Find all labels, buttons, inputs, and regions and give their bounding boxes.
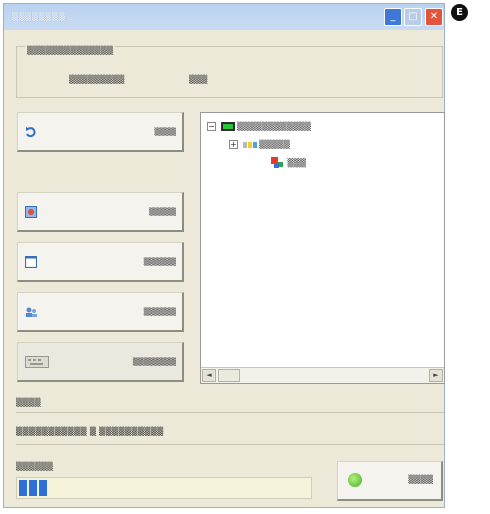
scroll-thumb[interactable] <box>218 369 240 382</box>
run-button[interactable]: ▒▒▒▒ <box>337 461 443 501</box>
tree-view[interactable]: − ▒▒▒▒▒▒▒▒▒▒▒▒ + ▒▒▒▒▒ ▒▒▒ ◄ ► <box>200 112 445 384</box>
group-title: ▒▒▒▒▒▒▒▒▒▒▒▒▒▒ <box>25 46 116 55</box>
side-button-label: ▒▒▒▒▒▒ <box>143 257 176 266</box>
minimize-button[interactable]: _ <box>384 8 402 26</box>
side-button-window[interactable]: ▒▒▒▒▒▒ <box>17 242 184 282</box>
tree-item-label: ▒▒▒▒▒ <box>259 140 290 149</box>
maximize-button[interactable]: □ <box>404 8 422 26</box>
color-shapes-icon <box>271 157 283 168</box>
progress-segment <box>39 480 47 496</box>
tree-item-label: ▒▒▒ <box>287 158 307 168</box>
tree-item-leaf[interactable]: ▒▒▒ <box>271 157 306 169</box>
keyboard-icon <box>25 355 49 368</box>
close-button[interactable]: ✕ <box>425 8 443 26</box>
app-window: ▒▒▒▒▒▒▒▒ _ □ ✕ ▒▒▒▒▒▒▒▒▒▒▒▒▒▒ ▒▒▒▒▒▒▒▒▒ … <box>3 3 445 508</box>
window-title: ▒▒▒▒▒▒▒▒ <box>12 12 66 21</box>
progress-fill <box>19 480 47 496</box>
status-text: ▒▒▒▒▒▒▒▒▒▒▒ ▒ ▒▒▒▒▒▒▒▒▒▒ <box>16 427 164 436</box>
status-divider <box>16 412 444 413</box>
tree-item-root[interactable]: − ▒▒▒▒▒▒▒▒▒▒▒▒ <box>207 121 311 133</box>
side-button-label: ▒▒▒▒▒ <box>149 207 176 216</box>
tree-expander[interactable]: + <box>229 140 238 149</box>
progress-segment <box>19 480 27 496</box>
side-button-label: ▒▒▒▒ <box>154 127 176 136</box>
refresh-icon <box>26 126 36 137</box>
side-badge: E <box>451 4 468 21</box>
progress-bar <box>16 477 312 499</box>
side-button-refresh[interactable]: ▒▒▒▒ <box>17 112 184 152</box>
users-icon <box>26 307 37 317</box>
info-group: ▒▒▒▒▒▒▒▒▒▒▒▒▒▒ ▒▒▒▒▒▒▒▒▒ ▒▒▒ <box>16 46 443 98</box>
scroll-right-button[interactable]: ► <box>429 369 443 382</box>
tree-item-child[interactable]: + ▒▒▒▒▒ <box>229 139 290 151</box>
progress-segment <box>29 480 37 496</box>
status-label: ▒▒▒▒ <box>16 398 41 407</box>
picture-icon <box>25 205 37 218</box>
progress-divider <box>16 444 444 445</box>
tree-item-label: ▒▒▒▒▒▒▒▒▒▒▒▒ <box>237 122 311 131</box>
side-button-label: ▒▒▒▒▒▒▒▒ <box>132 357 176 366</box>
field-label: ▒▒▒▒▒▒▒▒▒ <box>69 75 125 84</box>
window-icon <box>25 255 37 268</box>
scroll-left-button[interactable]: ◄ <box>202 369 216 382</box>
progress-label: ▒▒▒▒▒▒ <box>16 462 53 471</box>
side-button-picture[interactable]: ▒▒▒▒▒ <box>17 192 184 232</box>
go-icon <box>348 473 362 487</box>
field-value: ▒▒▒ <box>189 75 208 84</box>
title-bar[interactable]: ▒▒▒▒▒▒▒▒ _ □ ✕ <box>4 4 444 30</box>
run-button-label: ▒▒▒▒ <box>408 475 433 484</box>
side-button-label: ▒▒▒▒▒▒ <box>143 307 176 316</box>
tree-expander[interactable]: − <box>207 122 216 131</box>
display-icon <box>242 141 257 148</box>
side-button-users[interactable]: ▒▒▒▒▒▒ <box>17 292 184 332</box>
monitor-icon <box>220 122 235 131</box>
side-button-keyboard[interactable]: ▒▒▒▒▒▒▒▒ <box>17 342 184 382</box>
horizontal-scrollbar[interactable]: ◄ ► <box>201 367 444 383</box>
